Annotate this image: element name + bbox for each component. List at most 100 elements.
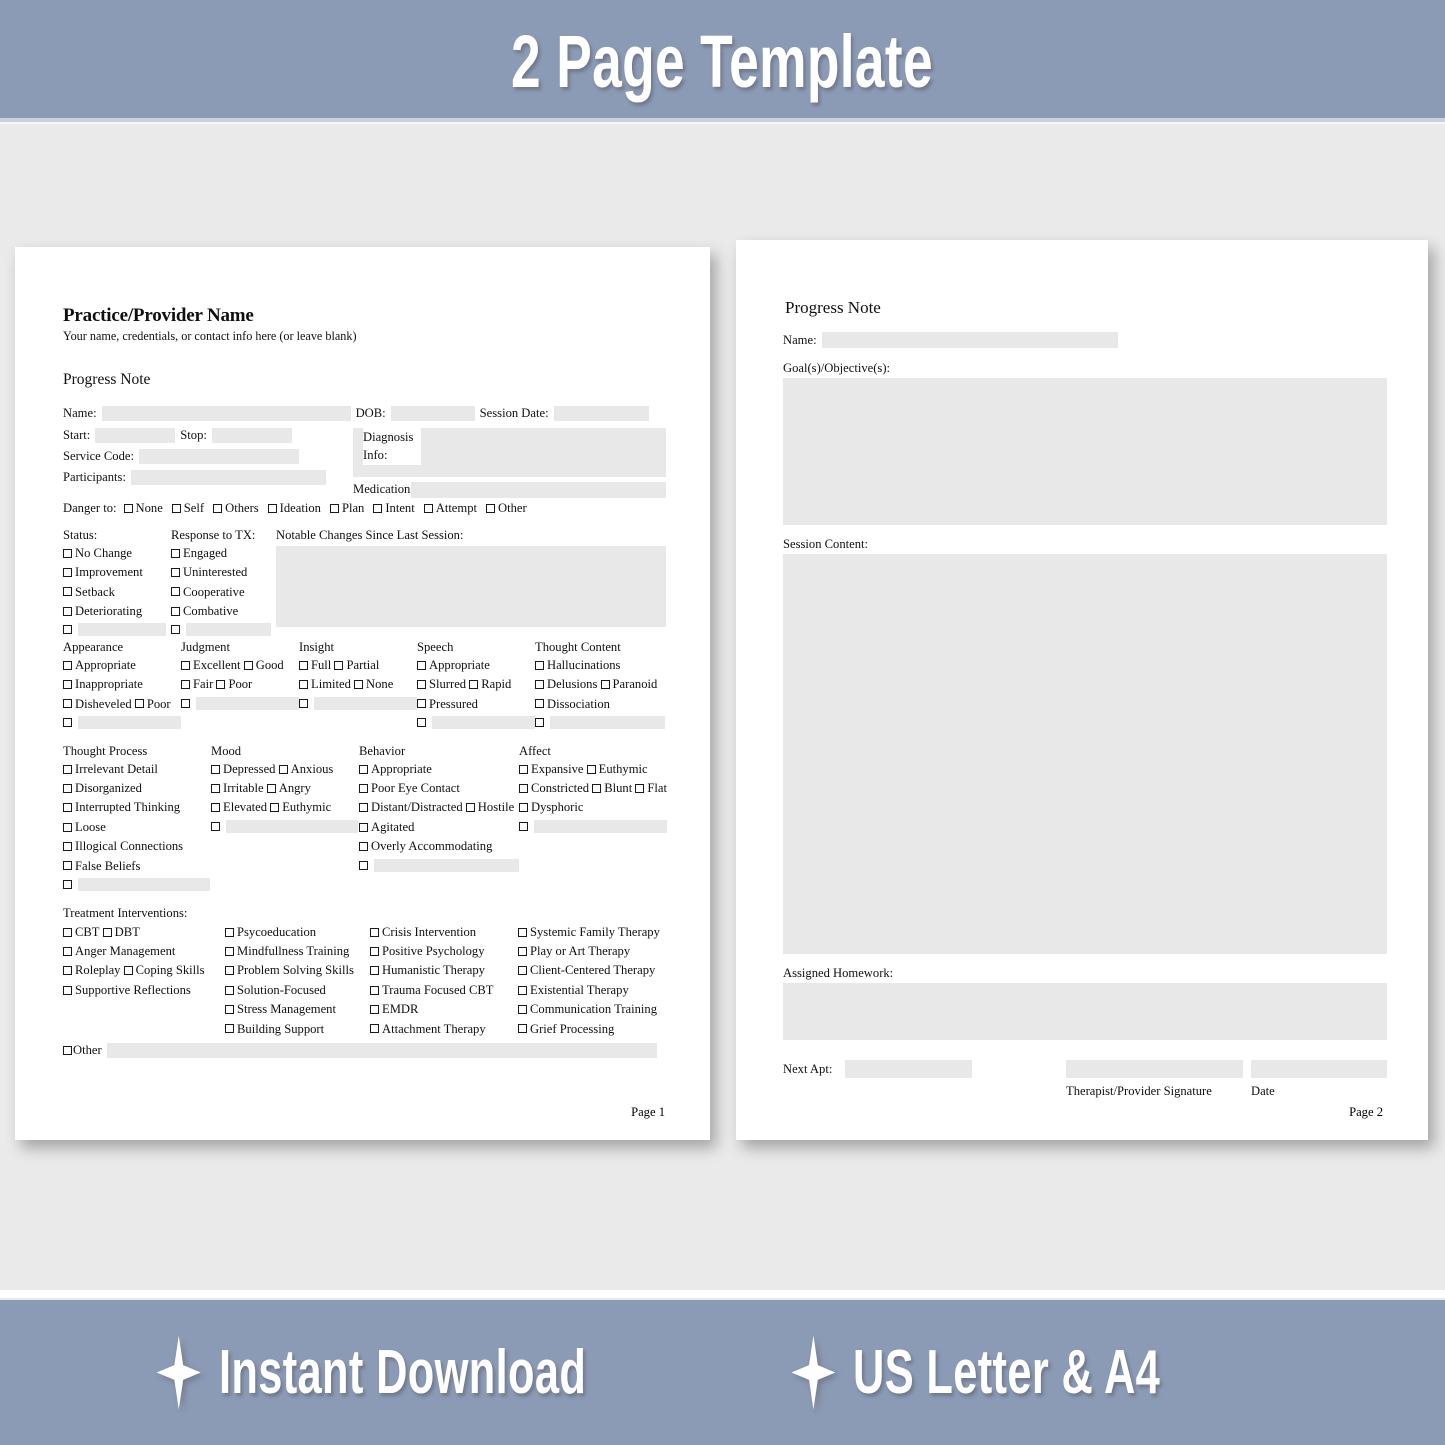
mse-option-custom[interactable] (359, 858, 519, 872)
mse-option-custom[interactable] (299, 696, 417, 710)
treatment-option[interactable]: DBT (102, 925, 140, 940)
stop-input[interactable] (211, 428, 292, 444)
mse-option[interactable]: Hostile (465, 800, 514, 815)
response-option-combative[interactable]: Combative (171, 604, 238, 619)
status-option-custom[interactable] (63, 623, 171, 637)
mse-option[interactable]: Paranoid (600, 677, 657, 692)
session-content-input[interactable] (783, 553, 1387, 954)
response-option-custom[interactable] (171, 623, 276, 637)
treatment-option[interactable]: Attachment Therapy (370, 1022, 486, 1037)
checkbox-icon[interactable] (63, 660, 72, 670)
notable-changes-input[interactable] (276, 545, 666, 627)
signature-date-input[interactable] (1251, 1059, 1387, 1078)
mse-option[interactable]: Limited (299, 677, 351, 692)
treatment-option[interactable]: Client-Centered Therapy (518, 963, 655, 978)
checkbox-icon[interactable] (370, 1024, 379, 1034)
checkbox-icon[interactable] (518, 927, 527, 937)
checkbox-icon[interactable] (171, 548, 180, 558)
treatment-option[interactable]: Mindfullness Training (225, 944, 349, 959)
danger-option-plan[interactable]: Plan (329, 501, 364, 516)
mse-option[interactable]: Anxious (278, 762, 333, 777)
response-custom-input[interactable] (186, 623, 271, 637)
status-custom-input[interactable] (78, 623, 166, 637)
participants-input[interactable] (130, 470, 326, 486)
mse-option[interactable]: False Beliefs (63, 859, 140, 874)
checkbox-icon[interactable] (171, 587, 180, 597)
treatment-option[interactable]: Trauma Focused CBT (370, 983, 493, 998)
treatment-option[interactable]: Stress Management (225, 1002, 336, 1017)
checkbox-icon[interactable] (266, 784, 276, 794)
checkbox-icon[interactable] (486, 504, 495, 513)
danger-option-others[interactable]: Others (213, 501, 259, 516)
checkbox-icon[interactable] (270, 803, 280, 813)
mse-option[interactable]: Disheveled (63, 697, 132, 712)
treatment-option[interactable]: CBT (63, 925, 100, 940)
signature-input[interactable] (1066, 1059, 1243, 1078)
checkbox-icon[interactable] (417, 717, 426, 727)
mse-option[interactable]: Pressured (417, 697, 478, 712)
mse-option[interactable]: Elevated (211, 800, 267, 815)
treatment-option[interactable]: Play or Art Therapy (518, 944, 630, 959)
checkbox-icon[interactable] (216, 680, 226, 690)
mse-option[interactable]: Appropriate (417, 658, 490, 673)
checkbox-icon[interactable] (181, 698, 190, 708)
checkbox-icon[interactable] (243, 660, 253, 670)
danger-option-attempt[interactable]: Attempt (423, 501, 477, 516)
treatment-option[interactable]: Systemic Family Therapy (518, 925, 660, 940)
checkbox-icon[interactable] (592, 784, 602, 794)
checkbox-icon[interactable] (63, 784, 72, 794)
checkbox-icon[interactable] (518, 966, 527, 976)
checkbox-icon[interactable] (535, 680, 544, 690)
mse-option[interactable]: Overly Accommodating (359, 839, 492, 854)
checkbox-icon[interactable] (373, 504, 383, 513)
checkbox-icon[interactable] (519, 764, 528, 774)
treatment-option[interactable]: Solution-Focused (225, 983, 326, 998)
checkbox-icon[interactable] (417, 680, 426, 690)
treatment-option[interactable]: EMDR (370, 1002, 418, 1017)
checkbox-icon[interactable] (334, 660, 344, 670)
mse-option-custom[interactable] (63, 715, 181, 729)
checkbox-icon[interactable] (370, 1005, 379, 1015)
checkbox-icon[interactable] (171, 625, 180, 635)
danger-option-other[interactable]: Other (486, 501, 527, 516)
checkbox-icon[interactable] (102, 927, 112, 937)
mse-option[interactable]: Inappropriate (63, 677, 143, 692)
mse-custom-input[interactable] (78, 877, 210, 891)
treatment-option[interactable]: Psycoeducation (225, 925, 316, 940)
checkbox-icon[interactable] (370, 966, 379, 976)
checkbox-icon[interactable] (225, 966, 234, 976)
mse-option[interactable]: Appropriate (63, 658, 136, 673)
mse-option[interactable]: Excellent (181, 658, 241, 673)
status-option-no-change[interactable]: No Change (63, 546, 132, 561)
mse-option[interactable]: Irritable (211, 781, 264, 796)
danger-option-none[interactable]: None (123, 501, 163, 516)
checkbox-icon[interactable] (123, 504, 133, 513)
checkbox-icon[interactable] (63, 717, 72, 727)
mse-option[interactable]: Poor (216, 677, 252, 692)
mse-custom-input[interactable] (196, 696, 299, 710)
checkbox-icon[interactable] (211, 803, 220, 813)
checkbox-icon[interactable] (225, 1024, 234, 1034)
checkbox-icon[interactable] (225, 927, 234, 937)
response-option-engaged[interactable]: Engaged (171, 546, 227, 561)
checkbox-icon[interactable] (635, 784, 645, 794)
mse-option-custom[interactable] (63, 877, 211, 891)
checkbox-icon[interactable] (63, 842, 72, 852)
checkbox-icon[interactable] (213, 504, 223, 513)
mse-option-custom[interactable] (181, 696, 299, 710)
checkbox-icon[interactable] (518, 1024, 527, 1034)
treatment-option[interactable]: Grief Processing (518, 1022, 614, 1037)
checkbox-icon[interactable] (171, 568, 180, 578)
checkbox-icon[interactable] (63, 947, 72, 957)
mse-option[interactable]: None (354, 677, 393, 692)
checkbox-icon[interactable] (63, 587, 72, 597)
goals-objectives-input[interactable] (783, 377, 1387, 525)
checkbox-icon[interactable] (63, 985, 72, 995)
mse-custom-input[interactable] (550, 715, 665, 729)
mse-option-custom[interactable] (519, 819, 667, 833)
checkbox-icon[interactable] (359, 822, 368, 832)
name-input[interactable] (101, 406, 351, 422)
treatment-option[interactable]: Supportive Reflections (63, 983, 191, 998)
treatment-option[interactable]: Humanistic Therapy (370, 963, 485, 978)
start-input[interactable] (95, 428, 176, 444)
